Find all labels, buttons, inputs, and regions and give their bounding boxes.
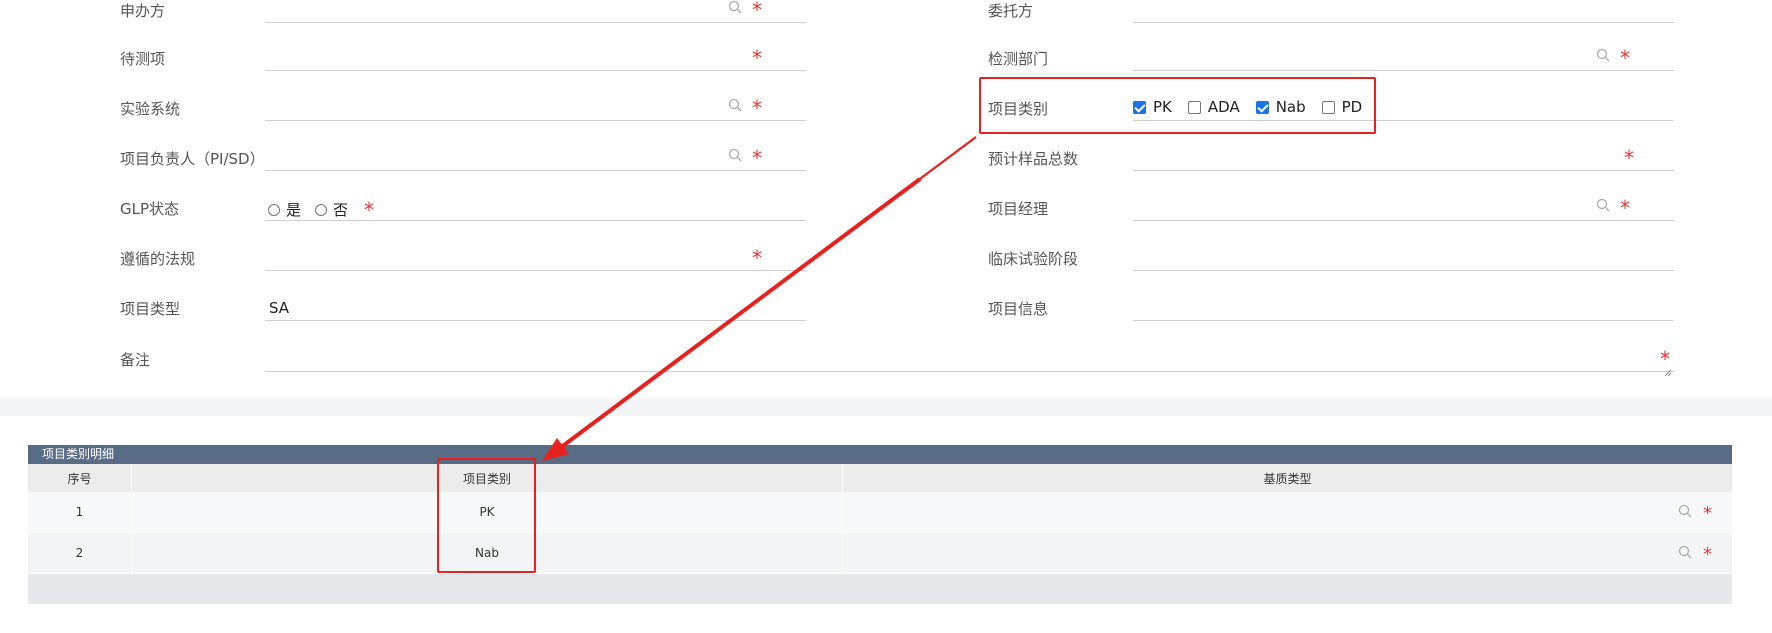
project-form: 申办方 * 待测项 * 实验系统 * 项目负责人（PI/SD） * GLP状态 … bbox=[0, 0, 1772, 400]
required-mark: * bbox=[1703, 544, 1712, 565]
test-system-row: 实验系统 * bbox=[120, 98, 820, 148]
regulation-row: 遵循的法规 * bbox=[120, 248, 820, 298]
project-type-row: 项目类型 SA bbox=[120, 298, 820, 348]
required-mark: * bbox=[752, 246, 762, 270]
required-mark: * bbox=[1703, 503, 1712, 524]
test-department-label: 检测部门 bbox=[988, 50, 1049, 68]
required-mark: * bbox=[752, 0, 762, 22]
table-row[interactable]: 2 Nab * bbox=[28, 533, 1732, 574]
project-manager-input[interactable] bbox=[1133, 198, 1674, 221]
glp-yes-radio[interactable]: 是 bbox=[268, 199, 301, 220]
column-header-matrix: 基质类型 bbox=[1263, 471, 1312, 486]
notes-textarea[interactable] bbox=[265, 349, 1674, 377]
required-mark: * bbox=[1620, 196, 1630, 220]
glp-label: GLP状态 bbox=[120, 200, 180, 218]
regulation-input[interactable] bbox=[265, 248, 806, 271]
search-icon[interactable] bbox=[728, 98, 742, 112]
required-mark: * bbox=[364, 197, 375, 222]
project-type-input[interactable]: SA bbox=[265, 298, 806, 321]
clinical-phase-input[interactable] bbox=[1133, 248, 1674, 271]
notes-label: 备注 bbox=[120, 351, 151, 369]
project-info-label: 项目信息 bbox=[988, 300, 1049, 318]
project-type-value: SA bbox=[269, 299, 290, 317]
required-mark: * bbox=[752, 96, 762, 120]
highlight-box-category-checkboxes bbox=[979, 77, 1376, 134]
client-label: 委托方 bbox=[988, 2, 1034, 20]
sponsor-row: 申办方 * bbox=[120, 0, 820, 50]
test-item-input[interactable] bbox=[265, 48, 806, 71]
project-manager-row: 项目经理 * bbox=[988, 198, 1688, 248]
radio-circle bbox=[268, 203, 280, 216]
sponsor-input[interactable] bbox=[265, 0, 806, 23]
test-item-row: 待测项 * bbox=[120, 48, 820, 98]
client-input[interactable] bbox=[1133, 0, 1674, 23]
search-icon[interactable] bbox=[1596, 198, 1610, 212]
project-info-input[interactable] bbox=[1133, 298, 1674, 321]
search-icon[interactable] bbox=[728, 0, 742, 14]
client-row: 委托方 bbox=[988, 0, 1688, 50]
column-header-index: 序号 bbox=[28, 464, 132, 492]
highlight-box-category-column bbox=[437, 458, 536, 573]
row-index: 2 bbox=[28, 533, 132, 573]
project-manager-label: 项目经理 bbox=[988, 200, 1049, 218]
sample-total-label: 预计样品总数 bbox=[988, 150, 1079, 168]
notes-row: 备注 * bbox=[120, 349, 1720, 399]
sponsor-label: 申办方 bbox=[120, 2, 166, 20]
sample-total-row: 预计样品总数 * bbox=[988, 148, 1688, 198]
category-detail-table: 序号 项目类别 基质类型 1 PK * 2 Nab * bbox=[28, 464, 1732, 604]
clinical-phase-row: 临床试验阶段 bbox=[988, 248, 1688, 298]
regulation-label: 遵循的法规 bbox=[120, 250, 196, 268]
glp-row: GLP状态 是 否 * bbox=[120, 198, 820, 248]
search-icon[interactable] bbox=[1678, 504, 1692, 518]
glp-no-radio[interactable]: 否 bbox=[315, 199, 348, 220]
pi-label: 项目负责人（PI/SD） bbox=[120, 150, 265, 168]
required-mark: * bbox=[1620, 46, 1630, 70]
test-system-input[interactable] bbox=[265, 98, 806, 121]
row-matrix-cell[interactable]: * bbox=[843, 533, 1732, 573]
pi-row: 项目负责人（PI/SD） * bbox=[120, 148, 820, 198]
pi-input[interactable] bbox=[265, 148, 806, 171]
category-detail-panel: 项目类别明细 序号 项目类别 基质类型 1 PK * 2 Nab * bbox=[28, 445, 1732, 604]
project-type-label: 项目类型 bbox=[120, 300, 181, 318]
table-row[interactable]: 1 PK * bbox=[28, 492, 1732, 533]
project-info-row: 项目信息 bbox=[988, 298, 1688, 348]
search-icon[interactable] bbox=[1678, 545, 1692, 559]
sample-total-input[interactable] bbox=[1133, 148, 1674, 171]
table-body: 1 PK * 2 Nab * bbox=[28, 492, 1732, 574]
test-item-label: 待测项 bbox=[120, 50, 166, 68]
table-header: 序号 项目类别 基质类型 bbox=[28, 464, 1732, 492]
test-department-input[interactable] bbox=[1133, 48, 1674, 71]
search-icon[interactable] bbox=[728, 148, 742, 162]
radio-circle bbox=[315, 203, 328, 216]
row-index: 1 bbox=[28, 492, 132, 532]
required-mark: * bbox=[752, 46, 762, 70]
required-mark: * bbox=[1624, 146, 1634, 170]
search-icon[interactable] bbox=[1596, 48, 1610, 62]
table-footer bbox=[28, 574, 1732, 604]
required-mark: * bbox=[1660, 347, 1670, 371]
row-matrix-cell[interactable]: * bbox=[843, 492, 1732, 532]
test-system-label: 实验系统 bbox=[120, 100, 181, 118]
glp-radio-group: 是 否 * bbox=[268, 199, 374, 220]
clinical-phase-label: 临床试验阶段 bbox=[988, 250, 1079, 268]
panel-title: 项目类别明细 bbox=[28, 445, 1732, 464]
section-divider bbox=[0, 398, 1772, 416]
required-mark: * bbox=[752, 146, 762, 170]
